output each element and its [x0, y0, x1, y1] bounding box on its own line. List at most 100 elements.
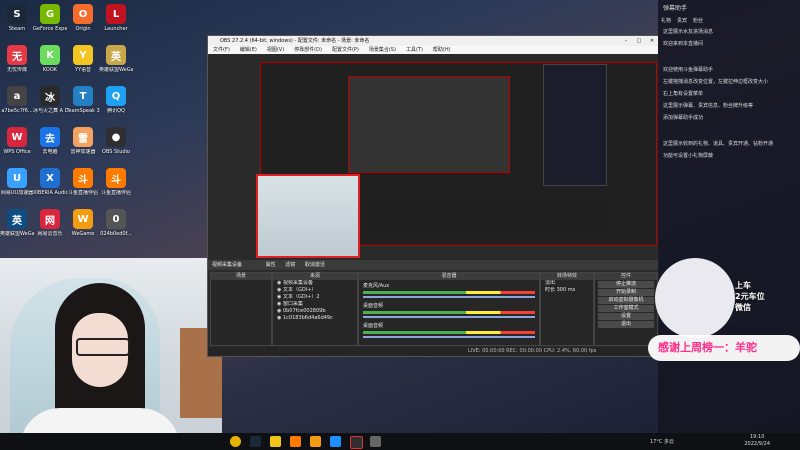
transition-duration[interactable]: 时长 300 ms — [541, 287, 593, 294]
chat-tab[interactable]: 礼物 — [661, 17, 671, 24]
desktop-icon[interactable]: W WPS Office — [0, 127, 34, 155]
app-icon: ● — [106, 127, 126, 147]
desktop-icon[interactable]: G GeForce Experience — [33, 4, 67, 32]
edge-taskbar-icon[interactable] — [330, 436, 341, 447]
desktop-icon[interactable]: 斗斗鱼直播伴侣 — [66, 168, 100, 196]
desktop-icon[interactable]: 英英雄联盟WeGame版 — [99, 45, 133, 73]
control-button[interactable]: 工作室模式 — [598, 305, 654, 312]
source-item[interactable]: ◉ 文本（GDI+）2 — [273, 294, 357, 301]
app-icon: 去 — [40, 127, 60, 147]
source-item[interactable]: ◉ 0b07fce002809b — [273, 308, 357, 315]
obs-preview[interactable] — [208, 54, 658, 259]
desktop-icon[interactable]: 网网易云音乐 — [33, 209, 67, 237]
desktop-icon[interactable]: L Launcher — [99, 4, 133, 32]
menu-item[interactable]: 工具(T) — [406, 47, 423, 53]
volume-slider[interactable] — [363, 316, 535, 318]
steam-taskbar-icon[interactable] — [250, 436, 261, 447]
source-item[interactable]: ◉ 文本（GDI+） — [273, 287, 357, 294]
app-icon: 英 — [7, 209, 27, 229]
controls-dock[interactable]: 控件 停止推流 开始录制 启动虚拟摄像机 工作室模式 设置 退出 — [594, 272, 658, 346]
scenes-dock[interactable]: 场景 — [210, 272, 272, 346]
system-clock[interactable]: 19:10 2022/9/24 — [744, 434, 770, 448]
desktop-icon[interactable]: T TeamSpeak 3 — [66, 86, 100, 114]
obs-statusbar: LIVE: 00:00:00 REC: 00:00:00 CPU: 2.4%, … — [208, 347, 658, 356]
desktop-icon[interactable]: ● OBS Studio — [99, 127, 133, 155]
filters-button[interactable]: 滤镜 — [285, 262, 295, 268]
menu-item[interactable]: 帮助(H) — [433, 47, 451, 53]
menu-item[interactable]: 编辑(E) — [240, 47, 257, 53]
obs-window[interactable]: OBS 27.2.4 (64-bit, windows) - 配置文件: 未命名… — [207, 35, 659, 357]
nested-obs-capture — [348, 76, 510, 173]
app-icon: X — [40, 168, 60, 188]
properties-button[interactable]: 属性 — [266, 262, 276, 268]
mixer-dock[interactable]: 混音器 麦克风/Aux 桌面音频 桌面音频 — [358, 272, 540, 346]
scenes-dock-title: 场景 — [211, 273, 271, 280]
chat-tabs: 礼物 贵宾 粉丝 — [658, 15, 800, 26]
control-button[interactable]: 设置 — [598, 313, 654, 320]
desktop-icon[interactable]: S Steam — [0, 4, 34, 32]
obs-title-text: OBS 27.2.4 (64-bit, windows) - 配置文件: 未命名… — [220, 38, 370, 44]
weather-widget[interactable]: 17°C 多云 — [650, 438, 674, 445]
control-button[interactable]: 停止推流 — [598, 281, 654, 288]
transitions-dock[interactable]: 转场特效 淡出 时长 300 ms — [540, 272, 594, 346]
desktop-icon[interactable]: W WeGame — [66, 209, 100, 237]
volume-slider[interactable] — [363, 336, 535, 338]
obs-titlebar[interactable]: OBS 27.2.4 (64-bit, windows) - 配置文件: 未命名… — [208, 36, 658, 46]
app-icon: K — [40, 45, 60, 65]
app-icon: G — [40, 4, 60, 24]
webcam-source-selected[interactable] — [256, 174, 360, 258]
desktop-icon[interactable]: a a7be5c7f6... — [0, 86, 34, 114]
folder-taskbar-icon[interactable] — [270, 436, 281, 447]
source-item[interactable]: ◉ 1c0183b6d4a6d49c — [273, 315, 357, 322]
menu-item[interactable]: 配置文件(P) — [332, 47, 359, 53]
menu-item[interactable]: 场景集合(S) — [369, 47, 396, 53]
volume-meter — [363, 291, 535, 294]
desktop-icon[interactable]: O Origin — [66, 4, 100, 32]
source-item[interactable]: ◉ 窗口采集 — [273, 301, 357, 308]
control-button[interactable]: 退出 — [598, 321, 654, 328]
chat-message: 欢迎使用斗鱼弹幕助手 — [663, 67, 714, 73]
app-taskbar-icon[interactable] — [370, 436, 381, 447]
desktop-icon[interactable]: 斗斗鱼直播伴侣 — [99, 168, 133, 196]
source-name: 1c0183b6d4a6d49c — [282, 315, 333, 321]
obs-taskbar-icon[interactable] — [350, 436, 363, 449]
menu-item[interactable]: 视图(V) — [267, 47, 284, 53]
mixer-channel: 麦克风/Aux — [359, 280, 539, 300]
app-icon: Y — [73, 45, 93, 65]
douyu-taskbar-icon[interactable] — [290, 436, 301, 447]
source-item[interactable]: ◉ 视频采集设备 — [273, 280, 357, 287]
desktop-icon[interactable]: Y YY语音 — [66, 45, 100, 73]
desktop-icon[interactable]: 英英雄联盟WeGame版 — [0, 209, 34, 237]
danmaku-chat-panel[interactable]: 弹幕助手 礼物 贵宾 粉丝 这里展示水友进场消息 欢迎来到本直播间 欢迎使用斗鱼弹幕助手… — [658, 0, 800, 450]
chat-tab[interactable]: 粉丝 — [693, 17, 703, 24]
desktop-icon[interactable]: X XIBERIA Audio C... — [33, 168, 67, 196]
maximize-icon[interactable]: □ — [633, 36, 645, 46]
wegame-taskbar-icon[interactable] — [310, 436, 321, 447]
transition-type-select[interactable]: 淡出 — [541, 280, 593, 287]
desktop-icon[interactable]: 雷雷神加速器 — [66, 127, 100, 155]
notice-line: 2元车位 — [735, 292, 765, 301]
app-icon: 斗 — [106, 168, 126, 188]
sources-dock[interactable]: 来源 ◉ 视频采集设备 ◉ 文本（GDI+） ◉ 文本（GDI+）2 ◉ 窗口采集 ◉ … — [272, 272, 358, 346]
control-button[interactable]: 启动虚拟摄像机 — [598, 297, 654, 304]
menu-item[interactable]: 文件(F) — [213, 47, 230, 53]
desktop-icon[interactable]: 冰冰与火之舞 A Dance of F... — [33, 86, 67, 114]
control-button[interactable]: 开始录制 — [598, 289, 654, 296]
menu-item[interactable]: 停靠部件(D) — [294, 47, 322, 53]
desktop-icon[interactable]: K KOOK — [33, 45, 67, 73]
app-icon: O — [73, 4, 93, 24]
chat-message: 左键拖拽消息改变位置，左键拉伸边框改变大小 — [663, 79, 769, 85]
desktop-icon[interactable]: 无无忧传媒 — [0, 45, 34, 73]
start-icon[interactable] — [230, 436, 241, 447]
desktop-icon[interactable]: Q 腾讯QQ — [99, 86, 133, 114]
desktop-icon[interactable]: 去去电脑 — [33, 127, 67, 155]
deactivate-button[interactable]: 取消激活 — [305, 262, 325, 268]
minimize-icon[interactable]: – — [620, 36, 632, 46]
chat-tab[interactable]: 贵宾 — [677, 17, 687, 24]
nested-docks — [368, 202, 608, 232]
close-icon[interactable]: ✕ — [646, 36, 658, 46]
volume-slider[interactable] — [363, 296, 535, 298]
desktop-icon[interactable]: U 网易UU加速器 — [0, 168, 34, 196]
desktop-icon[interactable]: 0 024b0ed0f... — [99, 209, 133, 237]
chat-message: 右上角有设置菜单 — [663, 91, 704, 97]
